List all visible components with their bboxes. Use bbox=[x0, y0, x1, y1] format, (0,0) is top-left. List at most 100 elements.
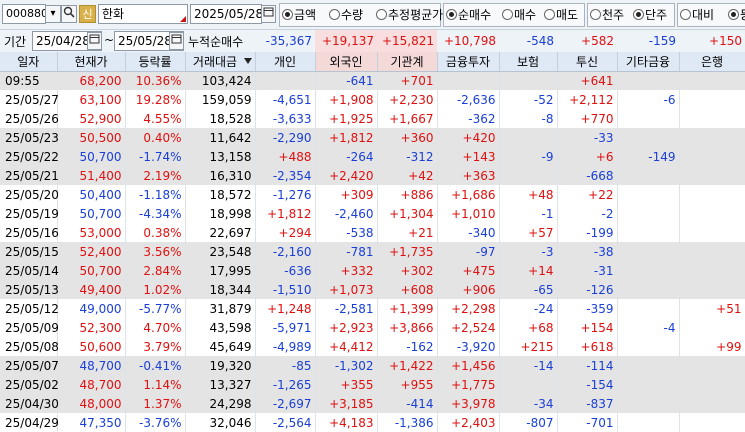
table-cell: 25/05/07 bbox=[0, 356, 59, 375]
radio-net-buy[interactable]: 순매수 bbox=[446, 6, 491, 24]
table-cell: 25/05/09 bbox=[0, 318, 59, 337]
table-row[interactable]: 25/05/22 50,700 -1.74% 13,158 +488 -264 -312 +1… bbox=[0, 147, 745, 166]
column-header[interactable]: 기관계 bbox=[377, 52, 438, 72]
table-cell bbox=[679, 71, 745, 90]
stock-name-field[interactable]: 한화 bbox=[98, 4, 188, 24]
table-cell: -5,971 bbox=[255, 318, 316, 337]
radio-circle-icon bbox=[502, 9, 513, 20]
radio-quantity[interactable]: 수량 bbox=[329, 6, 363, 24]
calendar-icon[interactable] bbox=[261, 5, 276, 23]
sort-arrow-icon[interactable] bbox=[243, 58, 252, 64]
table-row[interactable]: 25/05/08 50,600 3.79% 45,649 -4,989 +4,412 -16… bbox=[0, 337, 745, 356]
table-row[interactable]: 25/05/26 52,900 4.55% 18,528 -3,633 +1,925 +1,… bbox=[0, 109, 745, 128]
table-cell bbox=[617, 337, 680, 356]
column-header[interactable]: 금융투자 bbox=[437, 52, 500, 72]
table-cell: 22,697 bbox=[185, 223, 256, 242]
table-cell: +1,686 bbox=[437, 185, 500, 204]
table-cell: -641 bbox=[315, 71, 378, 90]
table-row[interactable]: 25/05/12 49,000 -5.77% 31,879 +1,248 -2,581 +1… bbox=[0, 299, 745, 318]
table-cell: +886 bbox=[377, 185, 438, 204]
radio-sell[interactable]: 매도 bbox=[544, 6, 578, 24]
table-row[interactable]: 25/04/29 47,350 -3.76% 32,046 -2,564 +4,183 -1… bbox=[0, 413, 745, 432]
column-header[interactable]: 개인 bbox=[255, 52, 316, 72]
table-cell: 19.28% bbox=[125, 90, 186, 109]
table-row[interactable]: 25/05/09 52,300 4.70% 43,598 -5,971 +2,923 +3,… bbox=[0, 318, 745, 337]
table-cell: -38 bbox=[557, 242, 618, 261]
table-row[interactable]: 25/04/30 48,000 1.37% 24,298 -2,697 +3,185 -41… bbox=[0, 394, 745, 413]
radio-compare[interactable]: 대비 bbox=[680, 6, 714, 24]
radio-amount[interactable]: 금액 bbox=[282, 6, 316, 24]
table-cell: -2,564 bbox=[255, 413, 316, 432]
column-header[interactable]: 투신 bbox=[557, 52, 618, 72]
search-icon[interactable] bbox=[61, 5, 77, 23]
column-header[interactable]: 현재가 bbox=[57, 52, 126, 72]
table-cell: 50,400 bbox=[57, 185, 126, 204]
table-cell: -636 bbox=[255, 261, 316, 280]
table-row[interactable]: 25/05/16 53,000 0.38% 22,697 +294 -538 +21 -340… bbox=[0, 223, 745, 242]
table-cell: +618 bbox=[557, 337, 618, 356]
table-cell: -126 bbox=[557, 280, 618, 299]
stock-code-field[interactable]: 000880 bbox=[2, 4, 46, 24]
table-cell: 25/05/12 bbox=[0, 299, 59, 318]
date-field[interactable]: 2025/05/28 bbox=[190, 4, 262, 24]
table-cell: 25/04/29 bbox=[0, 413, 59, 432]
table-cell: 52,300 bbox=[57, 318, 126, 337]
column-header[interactable]: 일자 bbox=[0, 52, 58, 72]
table-cell: -781 bbox=[315, 242, 378, 261]
radio-buy[interactable]: 매수 bbox=[502, 6, 536, 24]
radio-circle-icon bbox=[376, 9, 387, 20]
table-cell: 25/05/16 bbox=[0, 223, 59, 242]
table-row[interactable]: 25/05/15 52,400 3.56% 23,548 -2,160 -781 +1,73… bbox=[0, 242, 745, 261]
table-cell: -85 bbox=[255, 356, 316, 375]
table-cell: 18,344 bbox=[185, 280, 256, 299]
table-cell bbox=[499, 166, 558, 185]
table-cell: 25/05/22 bbox=[0, 147, 59, 166]
calendar-icon[interactable] bbox=[87, 32, 102, 50]
radio-rate[interactable]: 등 bbox=[728, 6, 745, 24]
column-header[interactable]: 은행 bbox=[679, 52, 745, 72]
table-cell: +68 bbox=[499, 318, 558, 337]
table-cell: -6 bbox=[617, 90, 680, 109]
column-header[interactable]: 보험 bbox=[499, 52, 558, 72]
column-header[interactable]: 거래대금 bbox=[185, 52, 256, 72]
column-header[interactable]: 외국인 bbox=[315, 52, 378, 72]
table-row[interactable]: 25/05/23 50,500 0.40% 11,642 -2,290 +1,812 +36… bbox=[0, 128, 745, 147]
table-cell: -362 bbox=[437, 109, 500, 128]
unit-radio-group: 금액 수량 추정평균가 bbox=[279, 3, 443, 27]
table-row[interactable]: 25/05/20 50,400 -1.18% 18,572 -1,276 +309 +886… bbox=[0, 185, 745, 204]
table-cell: -264 bbox=[315, 147, 378, 166]
table-row[interactable]: 25/05/13 49,400 1.02% 18,344 -1,510 +1,073 +60… bbox=[0, 280, 745, 299]
radio-thousand-shares[interactable]: 천주 bbox=[590, 6, 624, 24]
calendar-icon[interactable] bbox=[169, 32, 184, 50]
table-cell: 47,350 bbox=[57, 413, 126, 432]
column-header[interactable]: 기타금융 bbox=[617, 52, 680, 72]
table-cell: -8 bbox=[499, 109, 558, 128]
table-cell bbox=[617, 413, 680, 432]
table-row[interactable]: 25/05/07 48,700 -0.41% 19,320 -85 -1,302 +1,42… bbox=[0, 356, 745, 375]
radio-single-shares[interactable]: 단주 bbox=[633, 6, 667, 24]
table-cell: 49,400 bbox=[57, 280, 126, 299]
radio-avg-price[interactable]: 추정평균가 bbox=[376, 6, 443, 24]
table-cell bbox=[617, 185, 680, 204]
table-row[interactable]: 25/05/21 51,400 2.19% 16,310 -2,354 +2,420 +42… bbox=[0, 166, 745, 185]
table-cell bbox=[679, 128, 745, 147]
table-cell: 25/05/27 bbox=[0, 90, 59, 109]
table-cell: -2,354 bbox=[255, 166, 316, 185]
table-cell: 25/05/14 bbox=[0, 261, 59, 280]
sum-bank: +150 bbox=[709, 34, 742, 48]
table-cell: -1 bbox=[499, 204, 558, 223]
table-cell bbox=[617, 223, 680, 242]
table-row[interactable]: 25/05/14 50,700 2.84% 17,995 -636 +332 +302 +47… bbox=[0, 261, 745, 280]
sum-other-finance: -159 bbox=[648, 34, 676, 48]
table-cell: -1,276 bbox=[255, 185, 316, 204]
table-cell: -1,386 bbox=[377, 413, 438, 432]
table-row[interactable]: 25/05/27 63,100 19.28% 159,059 -4,651 +1,908 +… bbox=[0, 90, 745, 109]
table-cell: 13,327 bbox=[185, 375, 256, 394]
table-row[interactable]: 25/05/02 48,700 1.14% 13,327 -1,265 +355 +955 +… bbox=[0, 375, 745, 394]
dropdown-arrow-icon[interactable]: ▾ bbox=[45, 5, 61, 23]
table-cell: +701 bbox=[377, 71, 438, 90]
table-cell: -3,920 bbox=[437, 337, 500, 356]
column-header[interactable]: 등락률 bbox=[125, 52, 186, 72]
table-row[interactable]: 09:55 68,200 10.36% 103,424 -641 +701 +641 bbox=[0, 71, 745, 90]
table-row[interactable]: 25/05/19 50,700 -4.34% 18,998 +1,812 -2,460 +1… bbox=[0, 204, 745, 223]
